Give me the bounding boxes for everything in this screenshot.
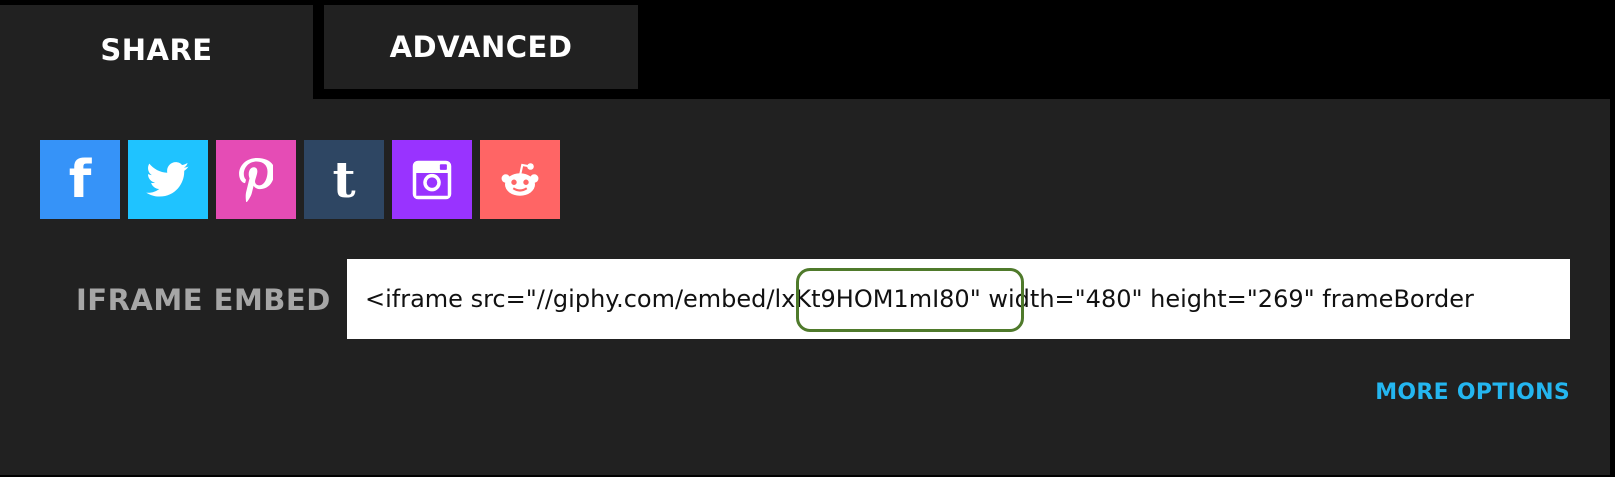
- social-share-buttons: f t: [40, 140, 560, 219]
- iframe-embed-label: IFRAME EMBED: [76, 283, 331, 317]
- instagram-icon: [412, 160, 452, 199]
- tumblr-icon: t: [332, 149, 356, 209]
- reddit-icon: [501, 162, 539, 196]
- twitter-icon: [146, 161, 189, 197]
- tab-share[interactable]: SHARE: [0, 5, 313, 100]
- embed-code-suffix: " width="480" height="269" frameBorder: [969, 285, 1474, 313]
- pinterest-icon: [239, 157, 273, 202]
- more-options-link[interactable]: MORE OPTIONS: [1375, 380, 1570, 405]
- tumblr-share-button[interactable]: t: [304, 140, 384, 219]
- share-panel-root: SHARE ADVANCED f t IFRAME EMBED <iframe …: [0, 0, 1615, 477]
- iframe-embed-code-field[interactable]: <iframe src="//giphy.com/embed/lxKt9HOM1…: [347, 259, 1570, 339]
- instagram-share-button[interactable]: [392, 140, 472, 219]
- facebook-share-button[interactable]: f: [40, 140, 120, 219]
- pinterest-share-button[interactable]: [216, 140, 296, 219]
- embed-code-prefix: <iframe src="//giphy.com/embed/: [365, 285, 775, 313]
- facebook-icon: f: [68, 149, 92, 210]
- embed-code-gif-id: lxKt9HOM1mI80: [774, 285, 970, 313]
- twitter-share-button[interactable]: [128, 140, 208, 219]
- reddit-share-button[interactable]: [480, 140, 560, 219]
- tab-advanced[interactable]: ADVANCED: [324, 5, 638, 89]
